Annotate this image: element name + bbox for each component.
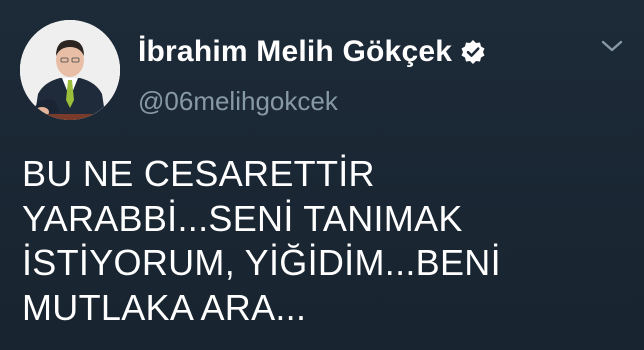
- tweet-line: BU NE CESARETTİR: [22, 153, 375, 194]
- display-name[interactable]: İbrahim Melih Gökçek: [138, 35, 452, 69]
- avatar[interactable]: [20, 20, 120, 120]
- tweet-card: İbrahim Melih Gökçek @06melihgokcek BU N…: [0, 0, 644, 350]
- tweet-text: BU NE CESARETTİR YARABBİ...SENİ TANIMAK …: [22, 152, 622, 330]
- verified-badge-icon: [460, 39, 486, 65]
- profile-photo-icon: [20, 20, 120, 120]
- chevron-down-icon[interactable]: [598, 36, 626, 56]
- tweet-line: İSTİYORUM, YİĞİDİM...BENİ: [22, 242, 501, 283]
- user-handle[interactable]: @06melihgokcek: [138, 86, 338, 117]
- tweet-line: MUTLAKA ARA...: [22, 286, 307, 328]
- name-row: İbrahim Melih Gökçek: [138, 35, 486, 69]
- tweet-line: YARABBİ...SENİ TANIMAK: [22, 197, 463, 239]
